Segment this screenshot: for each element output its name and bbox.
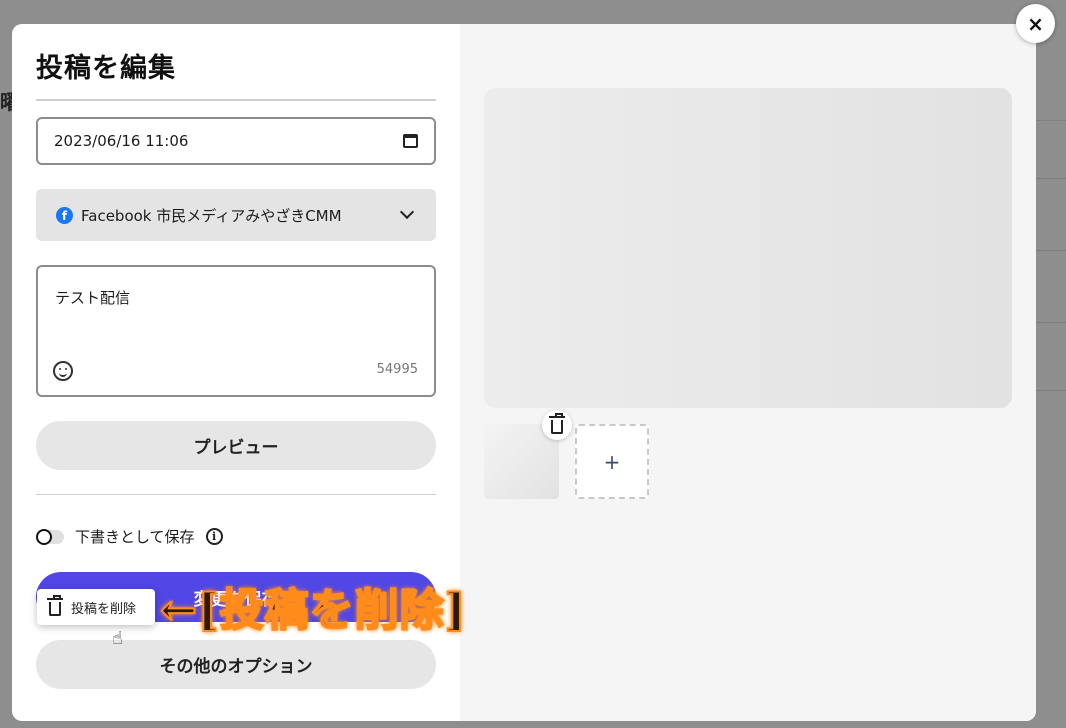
remove-media-button[interactable]: [542, 410, 572, 440]
divider: [36, 494, 436, 495]
account-label: Facebook 市民メディアみやざきCMM: [81, 206, 342, 225]
facebook-icon: f: [56, 206, 73, 224]
tutorial-annotation: ←[投稿を削除]: [159, 584, 467, 637]
trash-icon: [47, 594, 63, 616]
close-button[interactable]: ×: [1016, 4, 1055, 43]
media-preview: [484, 88, 1012, 408]
info-icon[interactable]: i: [205, 528, 223, 545]
add-media-button[interactable]: +: [575, 424, 649, 499]
hand-cursor-icon: ☝: [112, 628, 123, 649]
dialog-title: 投稿を編集: [36, 53, 176, 84]
draft-toggle[interactable]: [36, 528, 64, 545]
background-divider: [1036, 390, 1066, 391]
emoji-icon[interactable]: [53, 361, 73, 381]
divider: [36, 99, 436, 101]
character-counter: 54995: [376, 362, 418, 377]
background-divider: [1036, 250, 1066, 251]
preview-button[interactable]: プレビュー: [36, 421, 436, 470]
background-divider: [1036, 178, 1066, 179]
trash-icon: [549, 412, 565, 434]
chevron-down-icon: [399, 204, 415, 220]
more-options-button[interactable]: その他のオプション: [36, 640, 436, 689]
account-select[interactable]: f Facebook 市民メディアみやざきCMM: [36, 189, 436, 241]
toggle-knob: [36, 528, 52, 545]
draft-toggle-row: 下書きとして保存 i: [36, 526, 223, 547]
delete-post-menu-item[interactable]: 投稿を削除: [37, 589, 155, 625]
delete-post-label: 投稿を削除: [71, 601, 137, 617]
background-divider: [1036, 322, 1066, 323]
message-text: テスト配信: [55, 289, 131, 307]
calendar-icon[interactable]: [403, 134, 418, 148]
draft-toggle-label: 下書きとして保存: [75, 528, 195, 546]
datetime-value: 2023/06/16 11:06: [54, 132, 189, 150]
message-textarea[interactable]: テスト配信 54995: [36, 265, 436, 397]
background-divider: [1036, 120, 1066, 121]
media-panel: +: [460, 24, 1036, 721]
datetime-input[interactable]: 2023/06/16 11:06: [36, 117, 436, 165]
